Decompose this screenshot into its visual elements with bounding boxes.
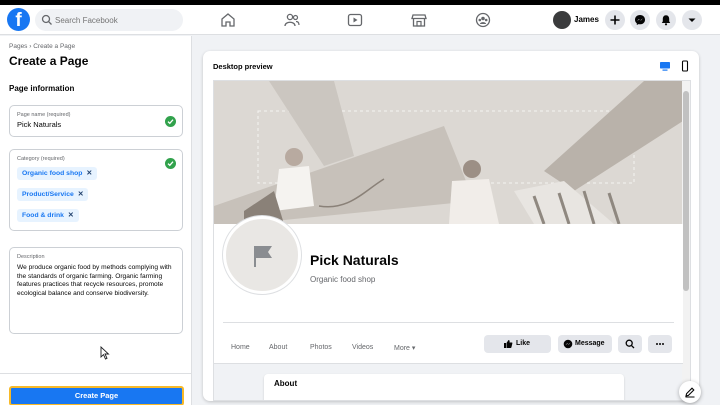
tab-about[interactable]: About: [269, 344, 287, 351]
category-chip[interactable]: Organic food shop ✕: [17, 167, 98, 180]
watch-icon[interactable]: [346, 11, 364, 29]
category-field[interactable]: Category (required) Organic food shop ✕ P…: [9, 149, 183, 231]
facebook-logo[interactable]: f: [7, 8, 30, 31]
like-label: Like: [516, 340, 531, 347]
message-label: Message: [575, 340, 605, 347]
compose-icon: [685, 387, 695, 398]
remove-chip-icon[interactable]: ✕: [86, 170, 92, 177]
messenger-button[interactable]: [630, 10, 650, 30]
page-preview-frame: Pick Naturals Organic food shop Home Abo…: [213, 80, 691, 401]
create-page-sidebar: Pages › Create a Page Create a Page Page…: [0, 36, 192, 405]
user-name: James: [574, 15, 599, 24]
mobile-icon[interactable]: [679, 60, 691, 72]
page-name-input[interactable]: Pick Naturals: [17, 120, 61, 129]
search-page-button[interactable]: [618, 335, 642, 353]
like-button[interactable]: Like: [484, 335, 551, 353]
tab-photos[interactable]: Photos: [310, 344, 332, 351]
avatar: [553, 11, 571, 29]
marketplace-icon[interactable]: [410, 11, 428, 29]
search-input[interactable]: [55, 9, 177, 31]
messenger-icon: [635, 15, 645, 25]
desktop-preview-panel: Desktop preview Pick Naturals Organic fo…: [203, 51, 699, 401]
bell-icon: [661, 15, 671, 26]
home-icon[interactable]: [219, 11, 237, 29]
profile-shortcut[interactable]: James: [551, 9, 599, 31]
description-field[interactable]: Description We produce organic food by m…: [9, 247, 183, 334]
account-menu-button[interactable]: [682, 10, 702, 30]
messenger-icon: [563, 339, 573, 349]
description-input[interactable]: We produce organic food by methods compl…: [17, 264, 179, 298]
remove-chip-icon[interactable]: ✕: [68, 212, 74, 219]
desktop-icon[interactable]: [659, 60, 671, 72]
new-message-button[interactable]: [679, 381, 701, 403]
more-options-button[interactable]: [648, 335, 672, 353]
create-page-button[interactable]: Create Page: [9, 386, 184, 405]
breadcrumb[interactable]: Pages › Create a Page: [9, 43, 75, 50]
top-navigation-bar: f Search Facebook James: [0, 5, 720, 35]
message-button[interactable]: Message: [558, 335, 612, 353]
notifications-button[interactable]: [656, 10, 676, 30]
description-label: Description: [17, 254, 45, 260]
search-icon: [625, 339, 635, 349]
page-name-field[interactable]: Page name (required) Pick Naturals: [9, 105, 183, 137]
search-icon: [41, 14, 52, 25]
plus-icon: [610, 15, 620, 25]
more-icon: [656, 343, 664, 345]
divider: [223, 322, 674, 323]
section-heading: Page information: [9, 84, 75, 93]
preview-page-category: Organic food shop: [310, 275, 376, 284]
thumbs-up-icon: [504, 340, 513, 348]
profile-picture[interactable]: [223, 216, 301, 294]
divider: [0, 373, 192, 374]
tab-more[interactable]: More ▾: [394, 344, 415, 352]
valid-check-icon: [165, 116, 176, 127]
category-chip[interactable]: Product/Service ✕: [17, 188, 89, 201]
preview-page-name: Pick Naturals: [310, 252, 399, 268]
mouse-cursor-icon: [100, 346, 110, 360]
tab-home[interactable]: Home: [231, 344, 250, 351]
valid-check-icon: [165, 158, 176, 169]
search-box[interactable]: [35, 9, 183, 31]
flag-icon: [254, 246, 272, 267]
tab-videos[interactable]: Videos: [352, 344, 373, 351]
cover-photo: [214, 81, 683, 224]
chevron-down-icon: [688, 18, 696, 22]
about-card: About: [264, 374, 624, 400]
category-label: Category (required): [17, 156, 65, 162]
page-title: Create a Page: [9, 54, 89, 68]
groups-icon[interactable]: [474, 11, 492, 29]
preview-scrollbar[interactable]: [682, 81, 690, 400]
page-header-card: Pick Naturals Organic food shop Home Abo…: [214, 216, 683, 364]
about-heading: About: [274, 379, 298, 388]
remove-chip-icon[interactable]: ✕: [78, 191, 84, 198]
preview-title: Desktop preview: [213, 62, 273, 71]
category-chip[interactable]: Food & drink ✕: [17, 209, 79, 222]
app-window: f Search Facebook James Pages › Create a…: [0, 5, 720, 405]
friends-icon[interactable]: [283, 11, 301, 29]
page-name-label: Page name (required): [17, 112, 71, 118]
create-button[interactable]: [605, 10, 625, 30]
scrollbar-thumb[interactable]: [683, 91, 689, 291]
